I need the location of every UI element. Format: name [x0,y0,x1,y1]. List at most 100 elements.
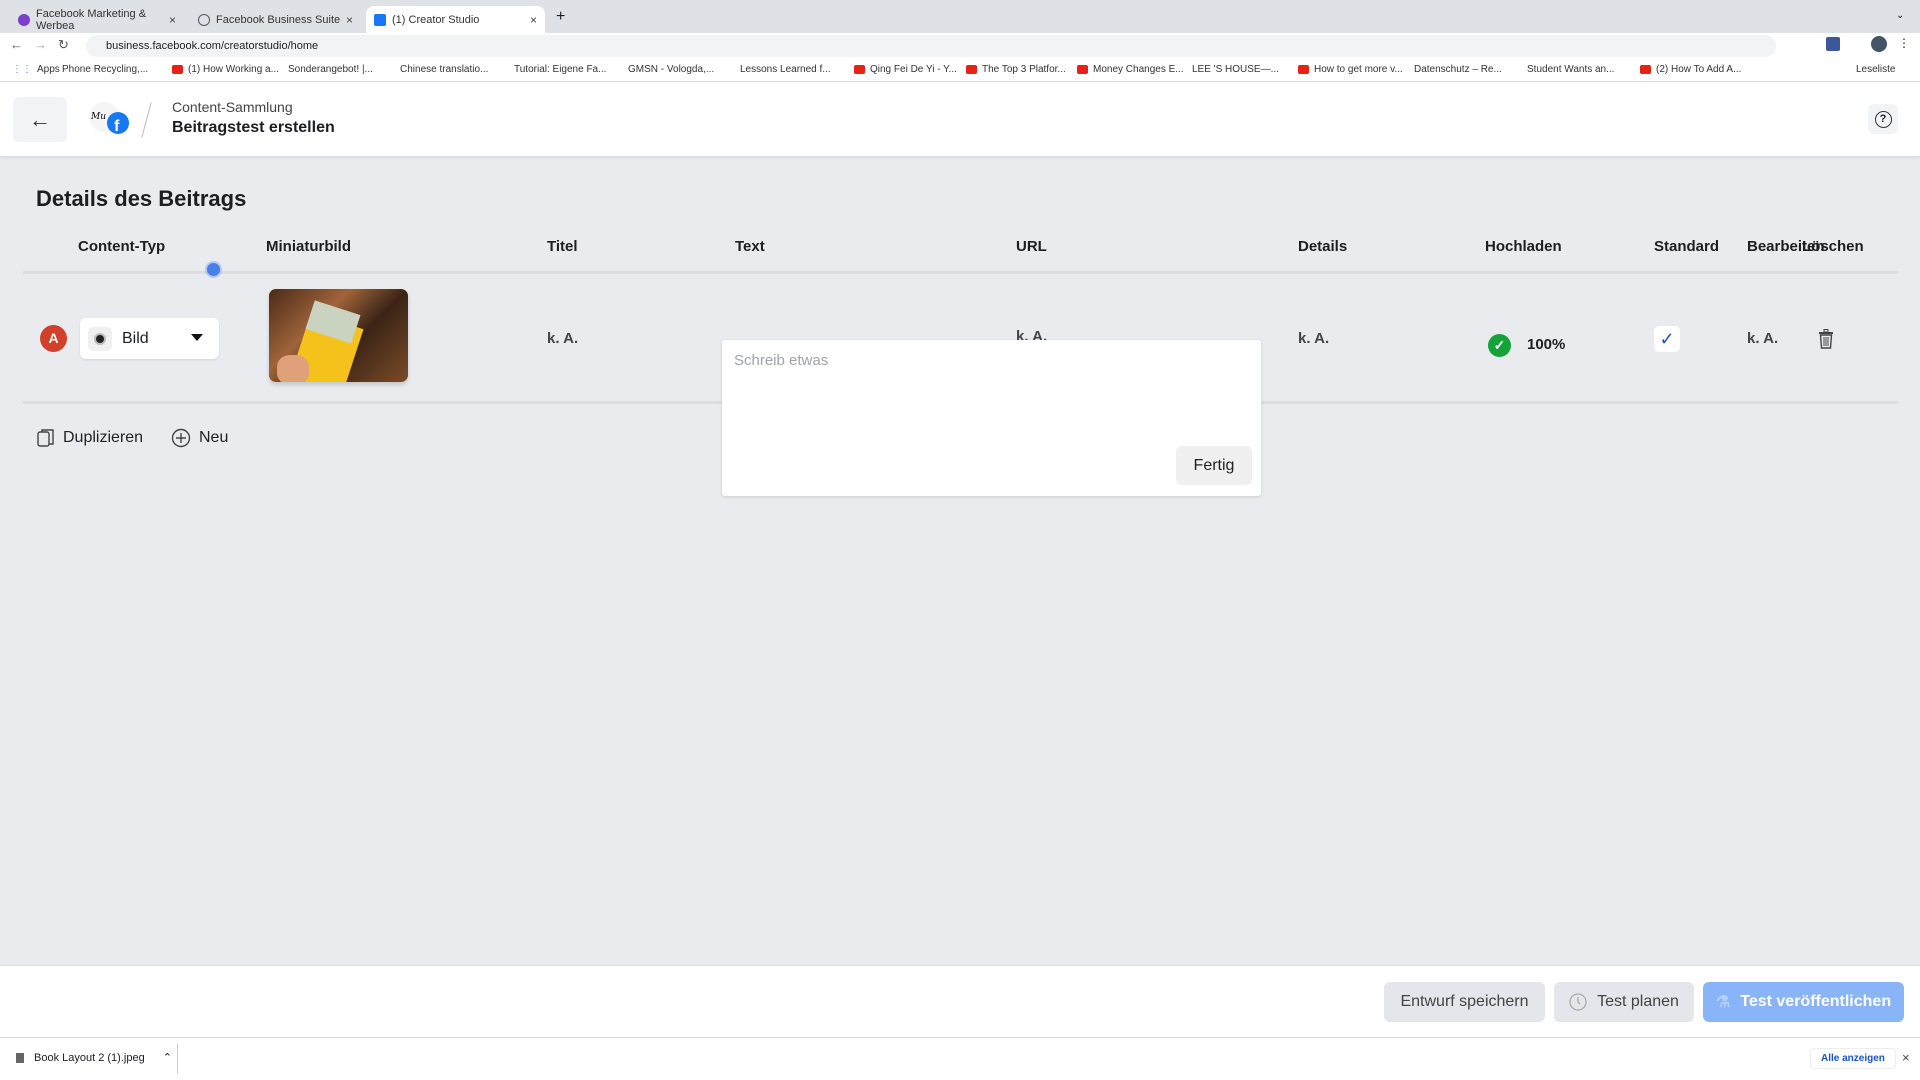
profile-avatar-icon[interactable] [1871,36,1887,52]
close-tab-icon[interactable]: × [169,13,176,27]
chevron-up-icon[interactable]: ⌃ [163,1051,172,1064]
column-header-thumbnail: Miniaturbild [266,238,351,255]
post-text-input[interactable] [734,352,1234,369]
tab-business-suite[interactable]: Facebook Business Suite × [190,6,361,33]
reading-list[interactable]: Leseliste [1856,64,1895,75]
done-button[interactable]: Fertig [1176,446,1252,485]
new-tab-icon[interactable]: + [556,8,565,26]
content-type-dropdown[interactable]: Bild [80,318,219,359]
close-icon[interactable]: × [1902,1050,1910,1065]
footer-action-bar: Entwurf speichern Test planen ⚗ Test verö… [0,965,1920,1037]
schedule-test-button[interactable]: Test planen [1554,982,1694,1022]
bookmark[interactable]: (2) How To Add A... [1640,64,1741,75]
show-all-downloads-button[interactable]: Alle anzeigen [1810,1048,1896,1069]
close-tab-icon[interactable]: × [530,13,537,27]
clock-icon [1569,993,1587,1011]
standard-checkbox[interactable]: ✓ [1654,326,1680,352]
caret-down-icon [191,334,203,341]
youtube-icon [172,65,183,74]
close-tab-icon[interactable]: × [346,13,353,27]
column-header-text: Text [735,238,765,255]
page-logo: Muf [89,102,129,135]
browser-tab-strip: Facebook Marketing & Werbea × Facebook Bu… [0,0,1920,33]
column-header-standard: Standard [1654,238,1720,255]
save-draft-button[interactable]: Entwurf speichern [1384,982,1545,1022]
help-button[interactable]: ? [1868,104,1898,134]
details-value[interactable]: k. A. [1298,330,1329,347]
bookmark[interactable]: Lessons Learned f... [740,64,831,75]
url-input[interactable]: business.facebook.com/creatorstudio/home [86,35,1776,57]
tab-search-chevron-icon[interactable]: ⌄ [1896,10,1904,21]
column-header-delete: Löschen [1802,238,1864,255]
browser-menu-icon[interactable]: ⋮ [1898,36,1910,50]
bookmark[interactable]: How to get more v... [1298,64,1403,75]
bookmarks-bar: ⋮⋮ Apps Phone Recycling,... (1) How Worki… [0,59,1920,82]
arrow-left-icon: ← [29,106,51,132]
title-value[interactable]: k. A. [547,330,578,347]
youtube-icon [1640,65,1651,74]
bookmark-apps[interactable]: ⋮⋮ Apps [12,64,60,75]
edit-value[interactable]: k. A. [1747,330,1778,347]
divider [177,1044,178,1074]
help-icon: ? [1874,110,1892,128]
upload-progress: 100% [1527,336,1566,353]
download-bar: Book Layout 2 (1).jpeg ⌃ Alle anzeigen × [0,1037,1920,1080]
tab-favicon-icon [18,13,30,26]
column-header-details: Details [1298,238,1348,255]
column-resize-handle[interactable] [207,263,220,276]
bookmark[interactable]: GMSN - Vologda,... [628,64,714,75]
text-editor-popup: Fertig [722,340,1261,496]
bookmark[interactable]: (1) How Working a... [172,64,279,75]
flask-icon: ⚗ [1715,994,1731,1011]
youtube-icon [1077,65,1088,74]
bookmark[interactable]: Student Wants an... [1527,64,1614,75]
new-button[interactable]: Neu [171,428,228,448]
bookmark[interactable]: Qing Fei De Yi - Y... [854,64,957,75]
svg-text:f: f [114,118,120,135]
bookmark[interactable]: Tutorial: Eigene Fa... [514,64,606,75]
youtube-icon [1298,65,1309,74]
tab-facebook-marketing[interactable]: Facebook Marketing & Werbea × [10,6,184,33]
youtube-icon [854,65,865,74]
download-item[interactable]: Book Layout 2 (1).jpeg ⌃ [16,1051,172,1064]
bookmark[interactable]: LEE 'S HOUSE—... [1192,64,1279,75]
back-button[interactable]: ← [13,97,67,142]
copy-icon [37,429,54,447]
bookmark[interactable]: Phone Recycling,... [62,64,148,75]
check-circle-icon: ✓ [1488,334,1511,357]
bookmark[interactable]: Chinese translatio... [400,64,488,75]
youtube-icon [966,65,977,74]
column-header-title: Titel [547,238,578,255]
column-header-url: URL [1016,238,1047,255]
breadcrumb-divider [141,102,152,138]
svg-text:Mu: Mu [90,112,106,122]
thumbnail-image[interactable] [269,289,408,382]
page-title: Beitragstest erstellen [172,119,335,136]
section-title: Details des Beitrags [36,186,247,211]
bookmark[interactable]: Sonderangebot! |... [288,64,373,75]
publish-test-button[interactable]: ⚗ Test veröffentlichen [1703,982,1904,1022]
variant-avatar: A [40,325,67,352]
facebook-extension-icon[interactable] [1826,37,1840,51]
plus-circle-icon [171,428,191,448]
column-header-content-type: Content-Typ [78,238,166,255]
trash-icon[interactable] [1818,329,1834,349]
tab-favicon-icon [198,13,210,26]
duplicate-button[interactable]: Duplizieren [37,428,143,448]
forward-nav-icon[interactable]: → [34,37,47,52]
breadcrumb-parent[interactable]: Content-Sammlung [172,99,293,115]
tab-favicon-icon [374,13,386,26]
bookmark[interactable]: The Top 3 Platfor... [966,64,1066,75]
file-icon [16,1052,24,1063]
page-header: ← Mu f Content-Sammlung Beitragstest erst… [0,82,1920,156]
back-nav-icon[interactable]: ← [10,37,23,52]
bookmark[interactable]: Money Changes E... [1077,64,1184,75]
tab-creator-studio[interactable]: (1) Creator Studio × [366,6,545,33]
apps-grid-icon: ⋮⋮ [12,64,32,75]
column-header-upload: Hochladen [1485,238,1562,255]
bookmark[interactable]: Datenschutz – Re... [1414,64,1502,75]
image-icon [88,326,112,351]
reload-icon[interactable]: ↻ [58,37,69,53]
address-bar-row: ← → ↻ business.facebook.com/creatorstudi… [0,33,1920,59]
header-divider [23,271,1898,274]
